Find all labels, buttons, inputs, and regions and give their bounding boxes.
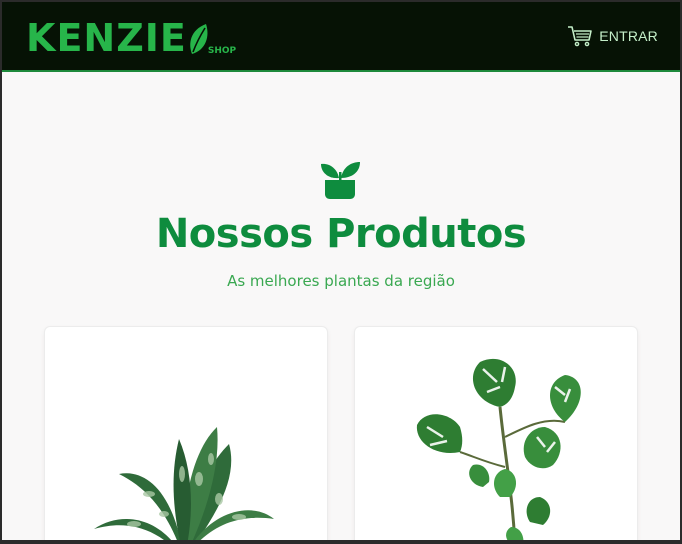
monstera-plant-image xyxy=(416,358,581,540)
plant-pot-icon xyxy=(321,162,360,199)
login-label: ENTRAR xyxy=(599,28,658,44)
kenzie-shop-logo[interactable]: KENZIE SHOP xyxy=(26,16,236,58)
aglaonema-plant-image xyxy=(94,427,274,540)
top-navbar: KENZIE SHOP ENTRAR xyxy=(2,2,680,72)
login-button[interactable]: ENTRAR xyxy=(567,24,658,48)
cart-icon xyxy=(568,26,593,47)
leaf-icon xyxy=(190,24,208,54)
page-subtitle: As melhores plantas da região xyxy=(227,272,455,290)
logo-shop-suffix: SHOP xyxy=(207,46,237,56)
logo-wordmark: KENZIE xyxy=(26,16,187,60)
product-card[interactable] xyxy=(45,327,327,540)
page-title: Nossos Produtos xyxy=(155,211,527,257)
app-frame: KENZIE SHOP ENTRAR Nossos Produtos As me… xyxy=(2,2,680,540)
product-card[interactable] xyxy=(355,327,637,540)
